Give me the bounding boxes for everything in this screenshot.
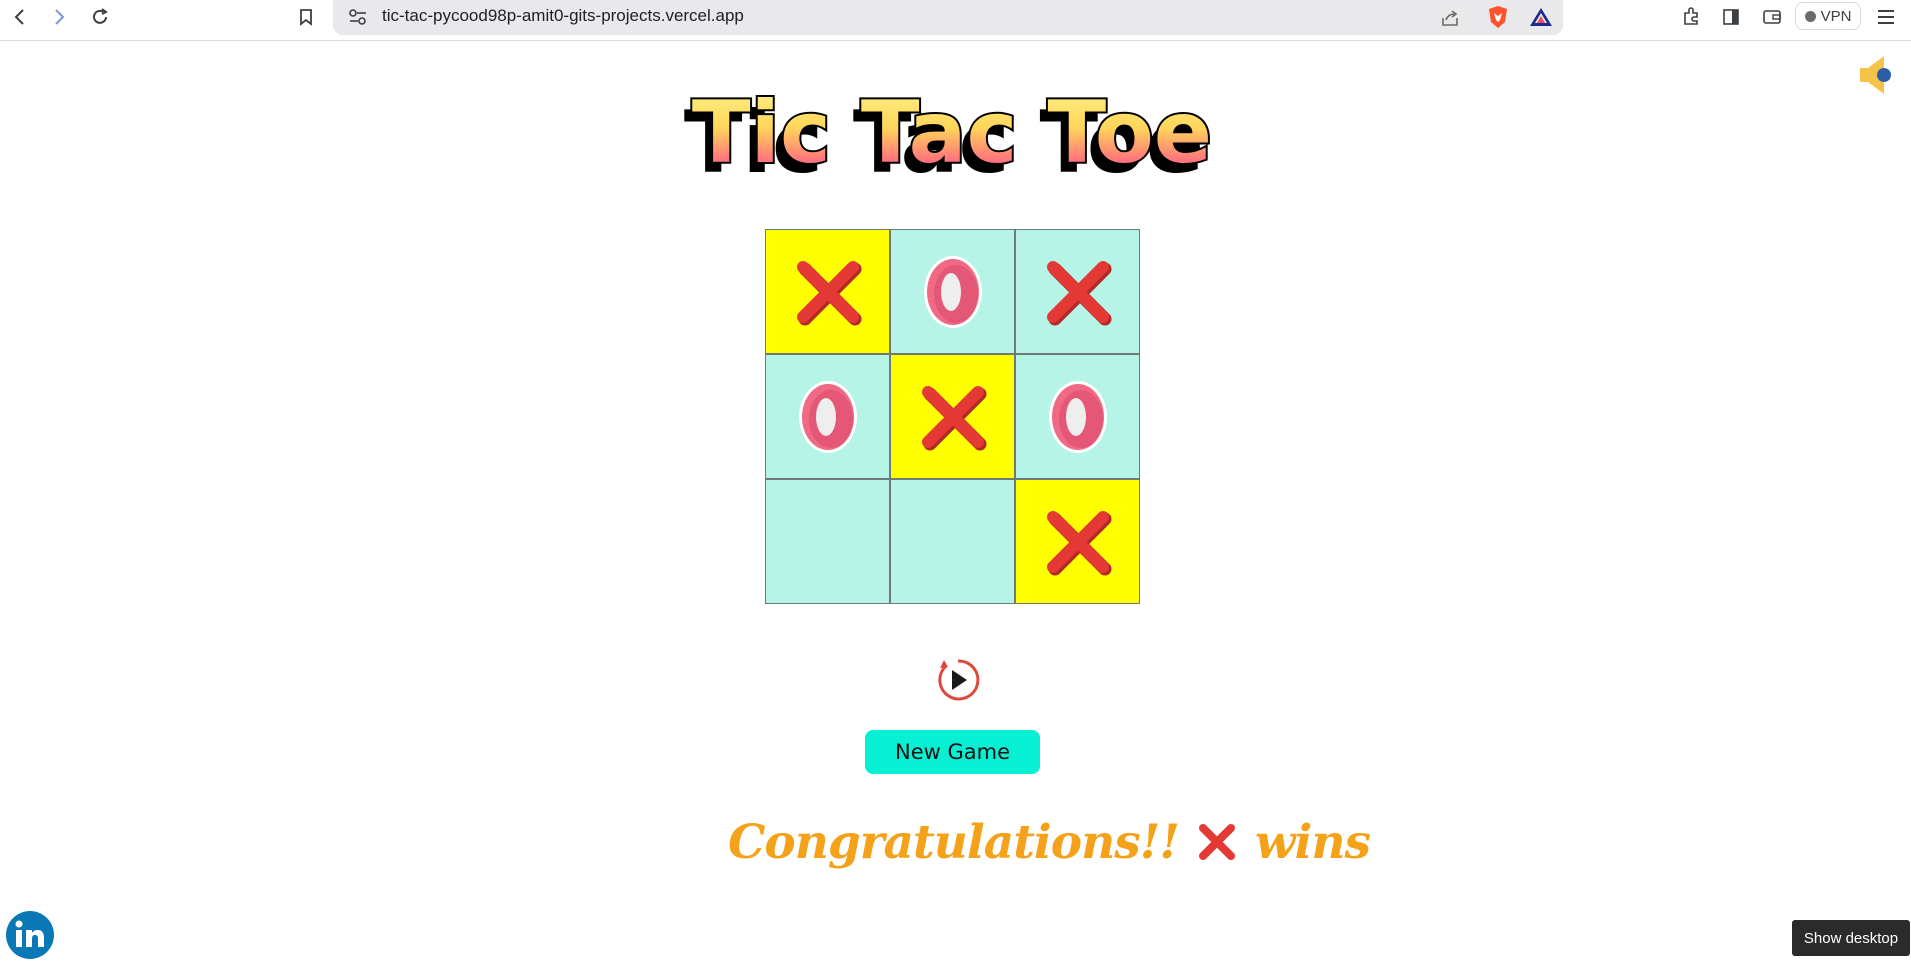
brave-shield-icon[interactable] bbox=[1487, 5, 1509, 29]
bookmark-icon[interactable] bbox=[291, 2, 321, 32]
o-mark-icon bbox=[798, 380, 857, 453]
x-mark-icon bbox=[1046, 510, 1111, 575]
page-title: Tic Tac Toe bbox=[692, 90, 1212, 183]
board-cell[interactable] bbox=[890, 354, 1015, 479]
back-icon[interactable] bbox=[5, 2, 35, 32]
vpn-status-icon bbox=[1804, 10, 1816, 22]
browser-toolbar: tic-tac-pycood98p-amit0-gits-projects.ve… bbox=[0, 0, 1911, 41]
vpn-label: VPN bbox=[1820, 7, 1852, 25]
vpn-button[interactable]: VPN bbox=[1795, 2, 1861, 30]
o-mark-icon bbox=[1048, 380, 1107, 453]
board-cell[interactable] bbox=[890, 229, 1015, 354]
replay-icon[interactable] bbox=[934, 656, 982, 704]
linkedin-icon[interactable] bbox=[5, 910, 55, 960]
show-desktop-tooltip: Show desktop bbox=[1792, 920, 1910, 956]
extensions-icon[interactable] bbox=[1676, 2, 1706, 32]
wallet-icon[interactable] bbox=[1757, 2, 1787, 32]
board-cell[interactable] bbox=[1015, 229, 1140, 354]
x-mark-icon bbox=[796, 260, 861, 325]
address-bar[interactable]: tic-tac-pycood98p-amit0-gits-projects.ve… bbox=[333, 0, 1563, 35]
game-board bbox=[765, 229, 1140, 604]
sidebar-icon[interactable] bbox=[1716, 2, 1746, 32]
site-settings-icon[interactable] bbox=[348, 8, 368, 26]
o-mark-icon bbox=[923, 255, 982, 328]
board-cell[interactable] bbox=[890, 479, 1015, 604]
menu-icon[interactable] bbox=[1871, 2, 1901, 32]
winner-x-icon bbox=[1199, 824, 1236, 860]
game-title-logo: Tic Tac Toe Tic Tac Toe bbox=[640, 81, 1265, 193]
result-message: Congratulations!! wins bbox=[728, 812, 1371, 872]
result-prefix: Congratulations!! bbox=[728, 814, 1180, 870]
reload-icon[interactable] bbox=[85, 2, 115, 32]
board-cell[interactable] bbox=[1015, 354, 1140, 479]
sound-toggle-icon[interactable] bbox=[1858, 50, 1892, 100]
share-icon[interactable] bbox=[1440, 8, 1460, 28]
board-cell[interactable] bbox=[765, 354, 890, 479]
x-mark-icon bbox=[921, 385, 986, 450]
url-text[interactable]: tic-tac-pycood98p-amit0-gits-projects.ve… bbox=[382, 6, 744, 26]
board-cell[interactable] bbox=[765, 479, 890, 604]
board-cell[interactable] bbox=[1015, 479, 1140, 604]
board-cell[interactable] bbox=[765, 229, 890, 354]
new-game-button[interactable]: New Game bbox=[865, 730, 1040, 774]
forward-icon[interactable] bbox=[44, 2, 74, 32]
x-mark-icon bbox=[1046, 260, 1111, 325]
brave-rewards-icon[interactable] bbox=[1529, 7, 1553, 27]
result-suffix: wins bbox=[1255, 814, 1371, 870]
